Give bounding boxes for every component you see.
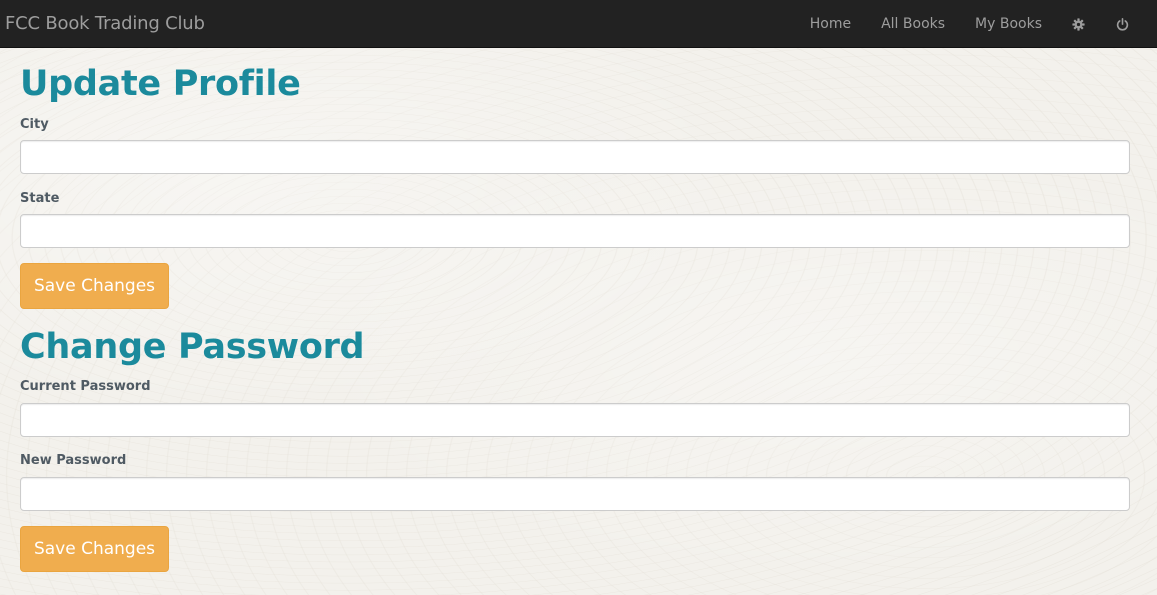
current-password-label: Current Password (20, 379, 151, 394)
power-icon[interactable] (1098, 0, 1157, 48)
brand-logo-text[interactable]: FCC Book Trading Club (5, 13, 205, 34)
nav-my-books-link[interactable]: My Books (960, 0, 1057, 48)
new-password-input[interactable] (20, 477, 1130, 511)
top-navbar: FCC Book Trading Club Home All Books My … (0, 0, 1157, 48)
gear-icon[interactable] (1057, 0, 1098, 48)
nav-all-books-link[interactable]: All Books (866, 0, 960, 48)
save-password-button[interactable]: Save Changes (20, 526, 169, 572)
nav-links: Home All Books My Books (795, 0, 1157, 48)
new-password-label: New Password (20, 453, 127, 468)
state-label: State (20, 191, 60, 206)
save-profile-button[interactable]: Save Changes (20, 263, 169, 309)
current-password-input[interactable] (20, 403, 1130, 437)
change-password-heading: Change Password (20, 327, 365, 367)
update-profile-heading: Update Profile (20, 64, 301, 104)
city-label: City (20, 117, 49, 132)
nav-home-link[interactable]: Home (795, 0, 866, 48)
city-input[interactable] (20, 140, 1130, 174)
state-input[interactable] (20, 214, 1130, 248)
